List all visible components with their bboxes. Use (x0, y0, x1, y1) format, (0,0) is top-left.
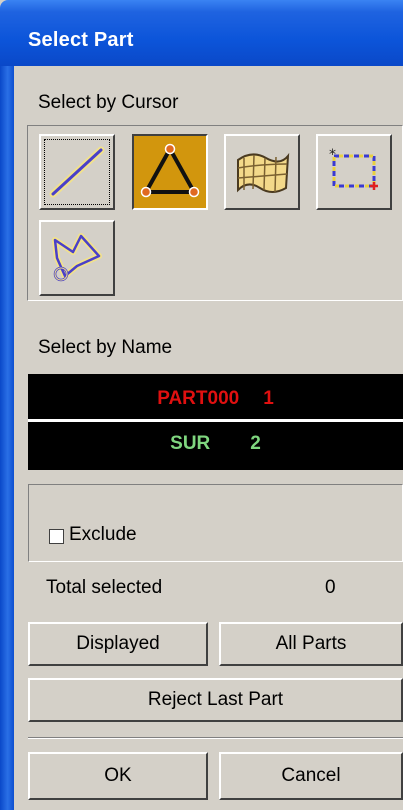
window-left-border (0, 66, 14, 810)
title-bar[interactable]: Select Part (0, 0, 403, 66)
dialog-panel: Select by Cursor * Select by Name PART00… (14, 66, 403, 810)
total-selected-label: Total selected (46, 577, 163, 598)
part-list-item[interactable]: SUR 2 (28, 424, 403, 464)
box-select-icon: * (329, 147, 378, 190)
ok-button[interactable]: OK (28, 752, 208, 800)
exclude-label: Exclude (69, 524, 137, 545)
exclude-checkbox[interactable] (49, 529, 64, 544)
reject-last-part-button[interactable]: Reject Last Part (28, 678, 403, 722)
part-id: 1 (263, 388, 274, 409)
select-part-window: Select Part Select by Cursor * Select by… (0, 0, 403, 810)
total-selected-value: 0 (325, 577, 336, 598)
window-title: Select Part (28, 29, 134, 51)
part-name: PART000 (157, 388, 240, 409)
triangle-select-button[interactable] (132, 134, 208, 210)
displayed-button[interactable]: Displayed (28, 622, 208, 666)
exclude-group: Exclude (28, 484, 403, 562)
part-name-list[interactable]: PART000 1 SUR 2 (28, 374, 403, 470)
polygon-select-icon (52, 233, 102, 282)
surface-select-icon (237, 152, 290, 193)
cursor-tools-box: * (27, 125, 403, 301)
line-select-icon (49, 146, 105, 198)
all-parts-button[interactable]: All Parts (219, 622, 403, 666)
select-by-cursor-label: Select by Cursor (38, 92, 179, 113)
svg-text:*: * (329, 147, 336, 163)
surface-select-button[interactable] (224, 134, 300, 210)
list-separator (28, 419, 403, 422)
part-id: 2 (250, 433, 261, 454)
cancel-button[interactable]: Cancel (219, 752, 403, 800)
button-divider (28, 737, 403, 739)
part-list-item[interactable]: PART000 1 (28, 379, 403, 419)
part-name: SUR (170, 433, 211, 454)
line-select-button[interactable] (39, 134, 115, 210)
polygon-select-button[interactable] (39, 220, 115, 296)
box-select-button[interactable]: * (316, 134, 392, 210)
select-by-name-label: Select by Name (38, 337, 173, 358)
triangle-select-icon (140, 143, 200, 198)
